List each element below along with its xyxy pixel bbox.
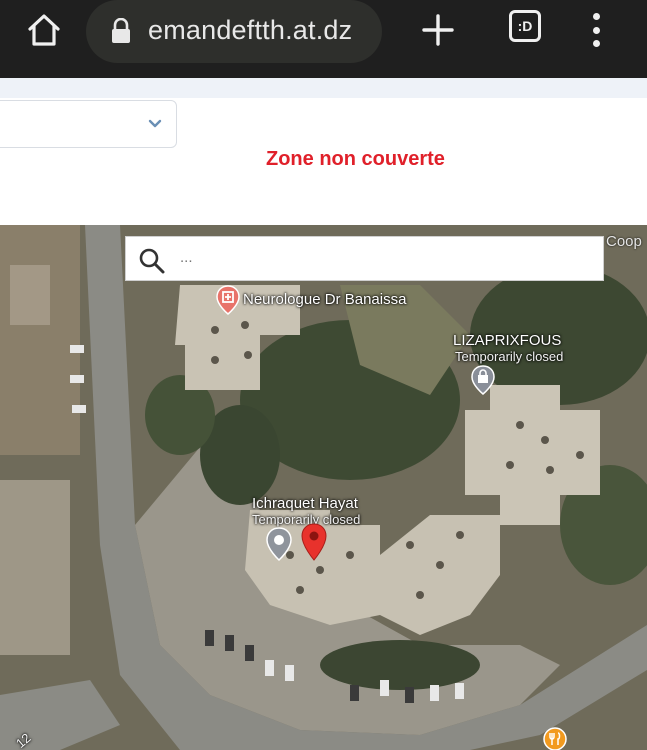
tab-switcher-button[interactable]: :D [509, 10, 541, 42]
menu-dot-icon [592, 26, 600, 34]
browser-toolbar: emandeftth.at.dz :D [0, 0, 647, 78]
menu-dot-icon [592, 13, 600, 20]
lock-icon [112, 18, 130, 43]
menu-dot-icon [592, 40, 600, 47]
map-search-input[interactable] [180, 249, 580, 266]
place-label-lizaprixfous[interactable]: LIZAPRIXFOUS [453, 332, 561, 349]
plus-icon [422, 14, 454, 46]
tab-switcher-label: :D [517, 18, 533, 34]
place-label-ichraquet-hayat[interactable]: Ichraquet Hayat [252, 495, 358, 512]
url-text: emandeftth.at.dz [148, 15, 353, 45]
location-select[interactable] [0, 100, 177, 148]
place-status-lizaprixfous: Temporarily closed [455, 349, 564, 364]
place-label-neurologue[interactable]: Neurologue Dr Banaissa [243, 291, 406, 308]
grey-pin-icon[interactable] [266, 527, 292, 561]
address-bar[interactable]: emandeftth.at.dz [86, 0, 382, 63]
shopping-bag-pin-icon[interactable] [471, 365, 495, 395]
toolbar-separator [0, 78, 647, 98]
coverage-status-message: Zone non couverte [266, 148, 445, 170]
map-search-bar[interactable] [125, 236, 604, 281]
home-icon [28, 14, 60, 46]
chevron-down-icon [148, 119, 162, 128]
red-location-marker-icon[interactable] [301, 523, 327, 561]
more-menu-button[interactable] [584, 10, 608, 50]
home-button[interactable] [24, 10, 64, 50]
satellite-map[interactable]: Coop Neurologue Dr Banaissa LIZAPRIXFOUS… [0, 225, 647, 750]
search-icon [139, 248, 165, 274]
restaurant-pin-icon[interactable] [543, 727, 567, 750]
map-place-label-coop: Coop [606, 233, 642, 250]
new-tab-button[interactable] [418, 10, 458, 50]
hospital-pin-icon[interactable] [216, 285, 240, 315]
